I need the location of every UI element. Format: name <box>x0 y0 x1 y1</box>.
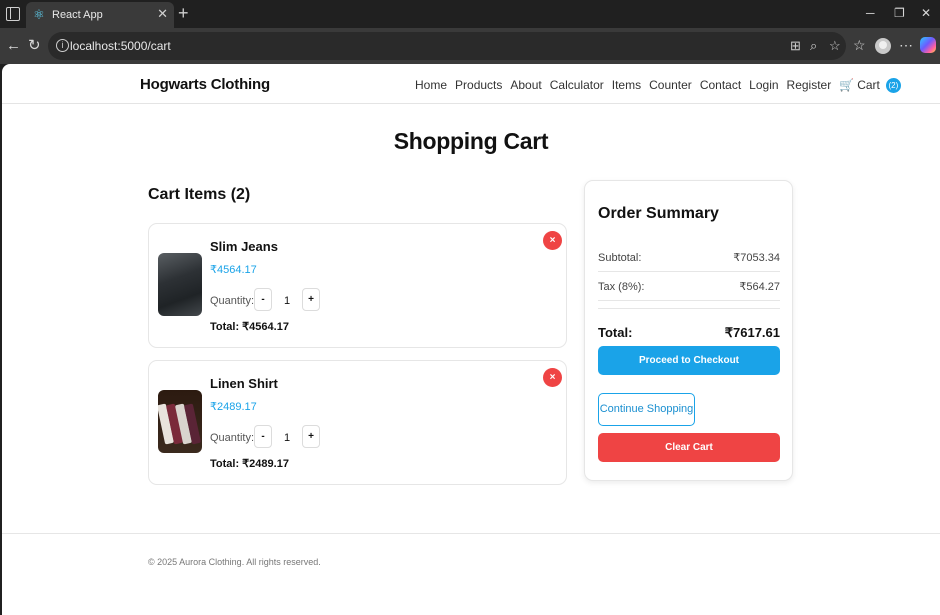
cart-items-heading: Cart Items (2) <box>148 186 251 203</box>
clear-cart-button[interactable]: Clear Cart <box>598 433 780 462</box>
total-value: ₹7617.61 <box>724 325 780 340</box>
order-summary-card: Order Summary Subtotal: ₹7053.34 Tax (8%… <box>584 180 793 481</box>
browser-tab[interactable]: ⚛ React App ✕ <box>26 2 174 28</box>
item-price: ₹4564.17 <box>210 264 257 276</box>
subtotal-row: Subtotal: ₹7053.34 <box>598 251 780 265</box>
product-image-shirt <box>158 390 202 453</box>
item-name: Slim Jeans <box>210 239 278 254</box>
restore-button[interactable]: ❐ <box>894 6 905 20</box>
address-toolbar: ← ↻ i localhost:5000/cart ⊞ ⌕ ☆ ☆ ⋯ <box>0 28 940 64</box>
nav-home[interactable]: Home <box>415 77 447 93</box>
tax-row: Tax (8%): ₹564.27 <box>598 280 780 294</box>
continue-shopping-button[interactable]: Continue Shopping <box>598 393 695 426</box>
subtotal-label: Subtotal: <box>598 252 642 264</box>
footer-divider <box>2 533 940 534</box>
total-row: Total: ₹7617.61 <box>598 325 780 341</box>
cart-count-badge: (2) <box>885 77 901 93</box>
nav-links: Home Products About Calculator Items Cou… <box>415 77 901 93</box>
cart-icon: 🛒 <box>839 78 855 92</box>
tab-close-icon[interactable]: ✕ <box>157 7 168 21</box>
new-tab-button[interactable]: + <box>178 4 189 22</box>
tax-value: ₹564.27 <box>739 281 780 293</box>
nav-login[interactable]: Login <box>749 77 778 93</box>
back-icon[interactable]: ← <box>6 38 21 54</box>
product-image-jeans <box>158 253 202 316</box>
minimize-button[interactable]: ─ <box>866 6 875 20</box>
summary-divider <box>598 271 780 272</box>
order-summary-title: Order Summary <box>598 205 719 222</box>
nav-contact[interactable]: Contact <box>700 77 741 93</box>
item-total: Total: ₹2489.17 <box>210 458 289 470</box>
tab-title: React App <box>52 9 103 21</box>
remove-item-button[interactable]: × <box>543 231 562 250</box>
nav-about[interactable]: About <box>510 77 541 93</box>
zoom-icon[interactable]: ⌕ <box>810 38 817 54</box>
page-viewport: Hogwarts Clothing Home Products About Ca… <box>2 64 940 615</box>
favorite-icon[interactable]: ☆ <box>829 38 841 54</box>
cart-item: Linen Shirt ₹2489.17 Quantity: - 1 + Tot… <box>148 360 567 485</box>
sidebar-icon[interactable] <box>6 7 20 21</box>
reload-icon[interactable]: ↻ <box>28 38 41 54</box>
profile-icon[interactable] <box>875 38 891 54</box>
subtotal-value: ₹7053.34 <box>733 252 780 264</box>
nav-cart[interactable]: 🛒 Cart (2) <box>839 77 901 93</box>
nav-counter[interactable]: Counter <box>649 77 692 93</box>
item-total: Total: ₹4564.17 <box>210 321 289 333</box>
cart-item: Slim Jeans ₹4564.17 Quantity: - 1 + Tota… <box>148 223 567 348</box>
item-name: Linen Shirt <box>210 376 278 391</box>
url-text[interactable]: localhost:5000/cart <box>70 39 171 53</box>
page-title: Shopping Cart <box>393 128 549 154</box>
increase-quantity-button[interactable]: + <box>302 425 320 448</box>
proceed-to-checkout-button[interactable]: Proceed to Checkout <box>598 346 780 375</box>
nav-products[interactable]: Products <box>455 77 502 93</box>
favorites-list-icon[interactable]: ☆ <box>853 37 866 53</box>
more-icon[interactable]: ⋯ <box>899 37 913 53</box>
address-bar[interactable]: i localhost:5000/cart ⊞ ⌕ ☆ <box>48 32 846 60</box>
item-price: ₹2489.17 <box>210 401 257 413</box>
total-label: Total: <box>598 325 633 340</box>
site-navbar: Hogwarts Clothing Home Products About Ca… <box>2 64 940 104</box>
react-favicon-icon: ⚛ <box>33 7 45 22</box>
quantity-label: Quantity: <box>210 432 255 444</box>
copilot-icon[interactable] <box>920 37 936 53</box>
decrease-quantity-button[interactable]: - <box>254 425 272 448</box>
nav-calculator[interactable]: Calculator <box>550 77 604 93</box>
tax-label: Tax (8%): <box>598 281 645 293</box>
quantity-value: 1 <box>283 432 291 444</box>
nav-register[interactable]: Register <box>787 77 832 93</box>
decrease-quantity-button[interactable]: - <box>254 288 272 311</box>
split-screen-icon[interactable]: ⊞ <box>790 38 801 54</box>
summary-divider <box>598 308 780 309</box>
quantity-value: 1 <box>283 295 291 307</box>
browser-tab-bar: ⚛ React App ✕ + ─ ❐ ✕ <box>0 0 940 28</box>
close-window-button[interactable]: ✕ <box>921 6 931 20</box>
footer-copyright: © 2025 Aurora Clothing. All rights reser… <box>148 557 321 567</box>
quantity-label: Quantity: <box>210 295 255 307</box>
site-info-icon[interactable]: i <box>56 39 69 52</box>
cart-label: Cart <box>857 78 880 92</box>
remove-item-button[interactable]: × <box>543 368 562 387</box>
summary-divider <box>598 300 780 301</box>
nav-items[interactable]: Items <box>612 77 641 93</box>
increase-quantity-button[interactable]: + <box>302 288 320 311</box>
brand-logo[interactable]: Hogwarts Clothing <box>140 76 270 94</box>
